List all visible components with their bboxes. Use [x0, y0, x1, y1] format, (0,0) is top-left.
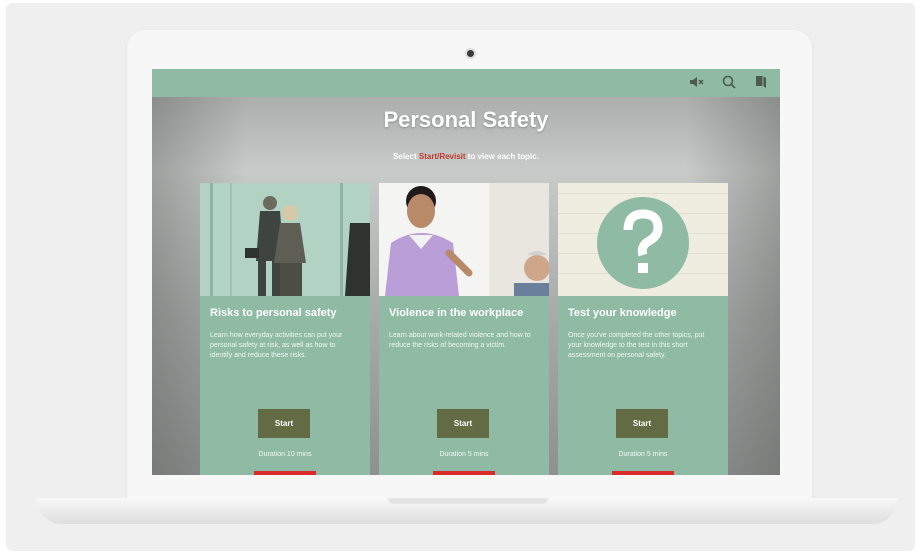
card-image-argument	[379, 183, 549, 296]
course-screen: Personal Safety Select Start/Revisit to …	[152, 69, 780, 475]
instruction-text: Select Start/Revisit to view each topic.	[152, 152, 780, 161]
topic-card-test: Test your knowledge Once you've complete…	[558, 183, 728, 475]
card-image-question	[558, 183, 728, 296]
duration-text: Duration 10 mins	[258, 451, 312, 458]
revisit-bar[interactable]	[433, 471, 495, 475]
search-icon[interactable]	[720, 74, 738, 92]
instruction-prefix: Select	[393, 152, 419, 161]
duration-text: Duration 5 mins	[618, 451, 668, 458]
page-title: Personal Safety	[383, 107, 549, 132]
card-description: Learn how everyday activities can put yo…	[210, 332, 343, 359]
book-icon[interactable]	[752, 74, 770, 92]
card-description: Learn about work-related violence and ho…	[389, 332, 531, 349]
camera-icon	[465, 48, 476, 59]
topic-card-risks: Risks to personal safety Learn how every…	[200, 183, 370, 475]
duration-text: Duration 5 mins	[439, 451, 489, 458]
card-title: Test your knowledge	[568, 307, 677, 319]
card-image-office	[200, 183, 370, 296]
top-toolbar	[152, 69, 780, 97]
instruction-suffix: to view each topic.	[465, 152, 539, 161]
instruction-highlight: Start/Revisit	[418, 152, 466, 161]
mute-icon[interactable]	[688, 74, 706, 92]
start-button[interactable]: Start	[437, 409, 489, 438]
start-button[interactable]: Start	[616, 409, 668, 438]
topic-card-violence: Violence in the workplace Learn about wo…	[379, 183, 549, 475]
revisit-bar[interactable]	[254, 471, 316, 475]
start-button[interactable]: Start	[258, 409, 310, 438]
revisit-bar[interactable]	[612, 471, 674, 475]
laptop-notch	[388, 498, 548, 504]
card-title: Violence in the workplace	[389, 307, 524, 319]
card-description: Once you've completed the other topics, …	[568, 332, 705, 359]
card-title: Risks to personal safety	[210, 307, 337, 319]
